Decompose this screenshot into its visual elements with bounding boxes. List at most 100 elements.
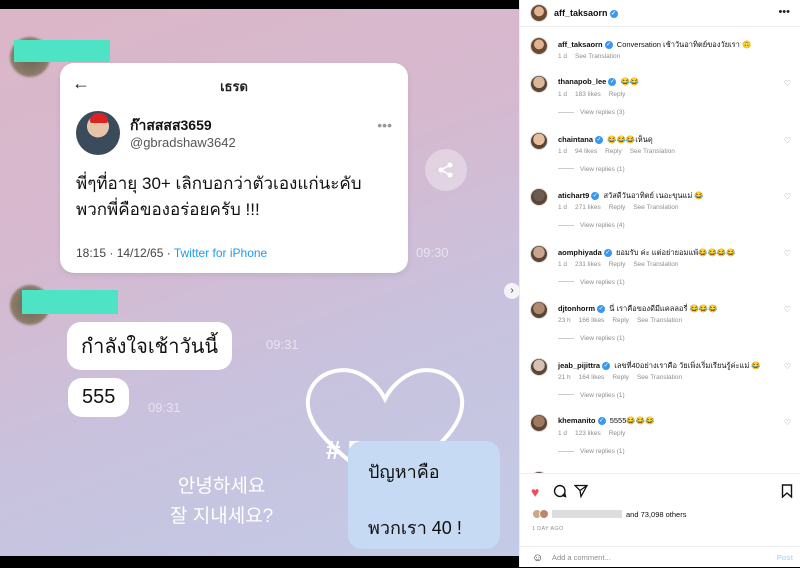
avatar[interactable] [530,301,548,319]
see-translation-link[interactable]: See Translation [633,261,678,268]
action-bar: ♥ and 73,098 others 1 DAY AGO ☺ Add a co… [520,473,800,567]
view-replies-link[interactable]: View replies (1) [558,448,625,455]
comment-text: atichart9 ✓ สวัสดีวันอาทิตย์ เนอะขุนแม่ 😂 [558,190,704,202]
verified-icon: ✓ [591,192,600,201]
verified-icon: ✓ [603,248,612,257]
tweet-time: 18:15 · 14/12/65 · [76,246,174,260]
comment-body: 5555😂😂😂 [609,416,655,425]
tweet-text-line: พี่ๆที่อายุ 30+ เลิกบอกว่าตัวเองแก่นะคับ [76,174,362,193]
avatar[interactable] [530,131,548,150]
view-replies-link[interactable]: View replies (1) [558,335,625,342]
comment-username[interactable]: khemanito [558,416,596,425]
see-translation-link[interactable]: See Translation [630,148,675,155]
comment-input[interactable]: Add a comment... [552,553,611,562]
tweet-meta: 18:15 · 14/12/65 · Twitter for iPhone [76,246,267,260]
see-translation-link[interactable]: See Translation [633,204,678,211]
post-date: 1 DAY AGO [532,526,564,532]
heart-icon[interactable]: ♡ [784,79,791,88]
comment-time: 1 d [558,147,568,155]
reply-bubble-line: ปัญหาคือ [368,462,440,482]
reply-link[interactable]: Reply [612,374,629,381]
redacted-name-block [22,290,118,314]
comment-time: 1 d [558,260,568,268]
heart-icon[interactable]: ♡ [784,192,791,201]
comment-username[interactable]: thanapob_lee [558,77,606,86]
avatar[interactable] [530,244,548,263]
reply-bubble: ปัญหาคือ พวกเรา 40 ! [348,441,500,549]
bookmark-icon[interactable] [781,484,793,501]
comment-text: thanapob_lee ✓ 😂😂 [558,77,639,87]
avatar[interactable] [530,75,548,93]
comment-meta: 21 h 164 likes Reply See Translation [558,374,690,381]
reply-link[interactable]: Reply [609,204,626,211]
comment-likes[interactable]: 94 likes [575,148,597,155]
comment-likes[interactable]: 123 likes [575,430,601,437]
comment-text: khemanito ✓ 5555😂😂😂 [558,416,655,426]
heart-icon[interactable]: ♡ [784,136,791,145]
comment-username[interactable]: jeab_pijittra [558,361,600,370]
header-username[interactable]: aff_taksaorn ✓ [554,8,618,18]
caption-meta: 1 d See Translation [558,53,628,60]
send-icon[interactable] [573,484,589,501]
chevron-right-icon[interactable]: › [504,283,519,299]
caption-username[interactable]: aff_taksaorn [558,40,603,49]
comment-body: เลขที่40อย่างเราคือ วัยเพิ่งเริ่มเรียนรู… [614,360,761,370]
comment-likes[interactable]: 166 likes [579,317,605,324]
comment-text: aomphiyada ✓ ยอมรับ ค่ะ แต่อย่ายอมแพ้😂😂😂😂 [558,247,736,259]
avatar[interactable] [530,37,548,55]
comment-likes[interactable]: 271 likes [575,204,601,211]
reply-link[interactable]: Reply [609,91,626,98]
see-translation-link[interactable]: See Translation [575,53,620,60]
see-translation-link[interactable]: See Translation [637,374,682,381]
comment-time: 21 h [558,373,571,381]
share-icon[interactable] [425,149,467,191]
reply-link[interactable]: Reply [605,148,622,155]
verified-icon: ✓ [609,9,618,18]
screenshot-frame: ← เธรด ก๊าสสสส3659 @gbradshaw3642 ••• พี… [0,0,800,567]
avatar[interactable] [530,357,548,376]
reply-link[interactable]: Reply [612,317,629,324]
comment-icon[interactable] [553,484,567,501]
view-replies-link[interactable]: View replies (1) [558,166,625,173]
heart-icon[interactable]: ♡ [784,305,791,314]
heart-icon[interactable]: ♥ [531,484,539,500]
comment-username[interactable]: chaintana [558,135,593,144]
comment-text: jeab_pijittra ✓ เลขที่40อย่างเราคือ วัยเพ… [558,360,761,372]
add-comment-bar: ☺ Add a comment... Post [520,546,800,568]
korean-text: 안녕하세요 잘 지내세요? [170,472,273,532]
heart-icon[interactable]: ♡ [784,249,791,258]
post-button[interactable]: Post [777,553,793,562]
view-replies-link[interactable]: View replies (4) [558,222,625,229]
tweet-display-name: ก๊าสสสส3659 [130,117,212,133]
view-replies-link[interactable]: View replies (3) [558,109,625,116]
heart-icon[interactable]: ♡ [784,362,791,371]
avatar[interactable] [530,188,548,206]
reply-link[interactable]: Reply [609,430,626,437]
likes-summary[interactable]: and 73,098 others [532,509,686,519]
comment-likes[interactable]: 231 likes [575,261,601,268]
comment-body: สวัสดีวันอาทิตย์ เนอะขุนแม่ 😂 [603,191,704,200]
comment-likes[interactable]: 183 likes [575,91,601,98]
comment-username[interactable]: djtonhorm [558,304,595,313]
comment-time: 1 d [558,204,568,211]
comment-username[interactable]: aomphiyada [558,248,602,257]
korean-line: 잘 지내세요? [170,506,274,527]
see-translation-link[interactable]: See Translation [637,317,682,324]
reply-link[interactable]: Reply [609,261,626,268]
emoji-icon[interactable]: ☺ [532,552,543,564]
message-timestamp: 09:31 [148,400,181,415]
comment-username[interactable]: atichart9 [558,191,589,200]
avatar[interactable] [530,4,548,22]
more-icon[interactable]: ••• [778,6,790,18]
header-username-text: aff_taksaorn [554,8,608,18]
reply-bubble-line: พวกเรา 40 ! [368,518,462,538]
view-replies-link[interactable]: View replies (1) [558,279,625,286]
view-replies-link[interactable]: View replies (1) [558,392,625,399]
heart-icon[interactable]: ♡ [784,418,791,427]
comment-likes[interactable]: 164 likes [579,374,605,381]
avatar[interactable] [530,414,548,432]
post-image: ← เธรด ก๊าสสสส3659 @gbradshaw3642 ••• พี… [0,9,519,556]
comment-meta: 23 h 166 likes Reply See Translation [558,317,690,324]
comment-time: 1 d [558,91,568,98]
redacted-username [552,510,622,518]
